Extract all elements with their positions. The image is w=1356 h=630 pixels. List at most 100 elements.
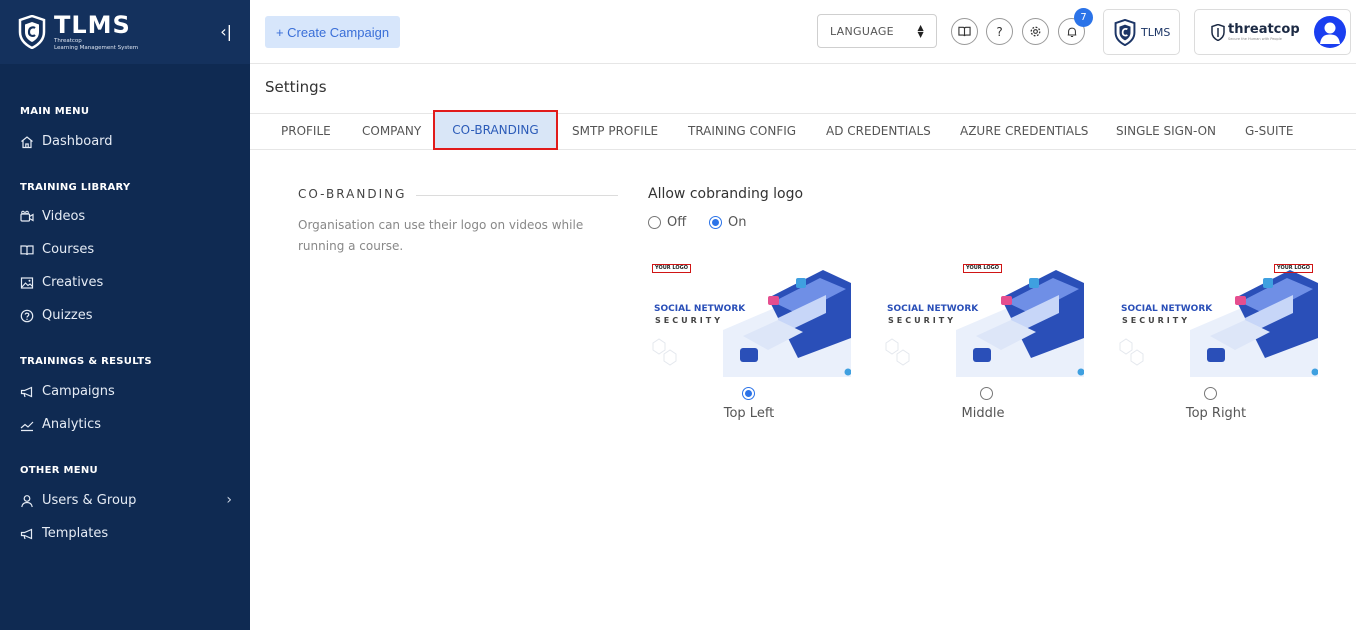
allow-cobranding-label: Allow cobranding logo (648, 186, 804, 202)
book-open-button[interactable] (951, 18, 978, 45)
settings-tabs: PROFILE COMPANY CO-BRANDING SMTP PROFILE… (250, 110, 1356, 150)
language-select[interactable]: LANGUAGE ▲ ▼ (817, 14, 937, 48)
sidebar-item-users-group[interactable]: Users & Group (20, 493, 136, 508)
gear-icon (1030, 26, 1041, 37)
language-select-value: LANGUAGE (830, 24, 894, 38)
sidebar-item-analytics[interactable]: Analytics (20, 417, 101, 432)
help-button[interactable]: ? (986, 18, 1013, 45)
section-main-menu: MAIN MENU (20, 106, 90, 117)
sidebar-item-campaigns[interactable]: Campaigns (20, 384, 115, 399)
radio-top-right[interactable] (1204, 387, 1217, 400)
sidebar-item-label: Users & Group (42, 493, 137, 508)
sidebar-item-label: Templates (42, 526, 109, 541)
cobranding-preview-top-right[interactable]: YOUR LOGO SOCIAL NETWORK SECURITY (1115, 258, 1318, 377)
thumb-title-line2: SECURITY (655, 316, 723, 325)
home-icon (21, 135, 33, 148)
tab-training-config[interactable]: TRAINING CONFIG (688, 124, 796, 138)
book-icon (20, 244, 34, 255)
threatcop-brand-label: threatcop (1228, 21, 1300, 37)
brand: TLMS Threatcop Learning Management Syste… (54, 13, 138, 52)
position-label-top-left: Top Left (723, 406, 775, 421)
sidebar-item-label: Creatives (42, 275, 104, 290)
radio-top-left[interactable] (742, 387, 755, 400)
topbar: + Create Campaign LANGUAGE ▲ ▼ ? 7 TLMS t… (250, 0, 1356, 64)
tab-profile[interactable]: PROFILE (281, 124, 331, 138)
sidebar-item-label: Videos (42, 209, 86, 224)
your-logo-placeholder: YOUR LOGO (1274, 264, 1313, 273)
tlms-brand-box[interactable]: TLMS (1103, 9, 1180, 55)
tab-co-branding[interactable]: CO-BRANDING (433, 110, 558, 150)
position-label-top-right: Top Right (1185, 406, 1247, 421)
image-icon (20, 276, 34, 289)
sidebar: TLMS Threatcop Learning Management Syste… (0, 0, 250, 630)
threatcop-brand-text: threatcop Secure the Human with People (1228, 21, 1300, 42)
thumb-title-line2: SECURITY (888, 316, 956, 325)
megaphone-icon (20, 528, 33, 539)
section-divider (416, 195, 618, 196)
tab-single-sign-on[interactable]: SINGLE SIGN-ON (1116, 124, 1216, 138)
avatar[interactable] (1313, 16, 1346, 48)
thumb-title-line1: SOCIAL NETWORK (887, 304, 979, 314)
tlms-shield-icon (18, 15, 46, 49)
select-arrows-icon: ▲ ▼ (917, 23, 924, 39)
your-logo-placeholder: YOUR LOGO (963, 264, 1002, 273)
section-other-menu: OTHER MENU (20, 465, 98, 476)
sidebar-item-videos[interactable]: Videos (20, 209, 85, 224)
radio-on-label: On (728, 215, 747, 230)
brand-subtitle-2: Learning Management System (54, 44, 139, 51)
trend-icon (20, 421, 34, 431)
sidebar-header: TLMS Threatcop Learning Management Syste… (0, 0, 250, 64)
sidebar-collapse-button[interactable]: ‹| (220, 22, 232, 41)
section-description: Organisation can use their logo on video… (298, 218, 584, 253)
sidebar-item-label: Courses (42, 242, 95, 257)
threatcop-tagline: Secure the Human with People (1228, 36, 1282, 41)
sidebar-item-label: Analytics (42, 417, 102, 432)
thumb-title-line2: SECURITY (1122, 316, 1190, 325)
video-icon (20, 210, 34, 222)
section-trainings-results: TRAININGS & RESULTS (20, 356, 152, 367)
brand-subtitle-1: Threatcop (54, 37, 82, 44)
radio-off-option[interactable]: Off (648, 215, 686, 230)
sidebar-item-creatives[interactable]: Creatives (20, 275, 103, 290)
book-open-icon (958, 26, 971, 37)
radio-middle[interactable] (980, 387, 993, 400)
threatcop-logo-icon (1211, 23, 1225, 41)
sidebar-item-templates[interactable]: Templates (20, 526, 108, 541)
tlms-shield-icon (1114, 18, 1136, 46)
tlms-brand-label: TLMS (1141, 25, 1171, 39)
tab-azure-credentials[interactable]: AZURE CREDENTIALS (960, 124, 1088, 138)
radio-on[interactable] (709, 216, 722, 229)
radio-on-option[interactable]: On (709, 215, 746, 230)
chevron-right-icon[interactable]: › (226, 492, 232, 508)
notification-badge: 7 (1074, 8, 1093, 27)
thumb-title-line1: SOCIAL NETWORK (654, 304, 746, 314)
megaphone-icon (20, 386, 33, 397)
create-campaign-button[interactable]: + Create Campaign (265, 16, 400, 48)
cobranding-preview-middle[interactable]: YOUR LOGO SOCIAL NETWORK SECURITY (881, 258, 1084, 377)
sidebar-item-dashboard[interactable]: Dashboard (20, 134, 113, 149)
help-circle-icon (20, 309, 34, 322)
sidebar-item-quizzes[interactable]: Quizzes (20, 308, 93, 323)
position-label-middle: Middle (961, 406, 1005, 421)
cobranding-preview-top-left[interactable]: YOUR LOGO SOCIAL NETWORK SECURITY (648, 258, 851, 377)
tab-ad-credentials[interactable]: AD CREDENTIALS (826, 124, 931, 138)
page-title: Settings (265, 78, 327, 96)
sidebar-item-label: Quizzes (42, 308, 93, 323)
threatcop-brand-box[interactable]: threatcop Secure the Human with People (1194, 9, 1351, 55)
user-icon (21, 494, 33, 507)
sidebar-item-label: Dashboard (42, 134, 113, 149)
tab-company[interactable]: COMPANY (362, 124, 421, 138)
radio-off[interactable] (648, 216, 661, 229)
sidebar-item-label: Campaigns (42, 384, 115, 399)
brand-title: TLMS (54, 10, 131, 39)
help-icon: ? (996, 24, 1003, 39)
user-avatar-icon (1319, 22, 1340, 44)
radio-off-label: Off (667, 215, 687, 230)
sidebar-item-courses[interactable]: Courses (20, 242, 94, 257)
bell-icon (1067, 27, 1076, 37)
your-logo-placeholder: YOUR LOGO (652, 264, 691, 273)
tab-g-suite[interactable]: G-SUITE (1245, 124, 1293, 138)
section-training-library: TRAINING LIBRARY (20, 182, 131, 193)
tab-smtp-profile[interactable]: SMTP PROFILE (572, 124, 658, 138)
settings-button[interactable] (1022, 18, 1049, 45)
